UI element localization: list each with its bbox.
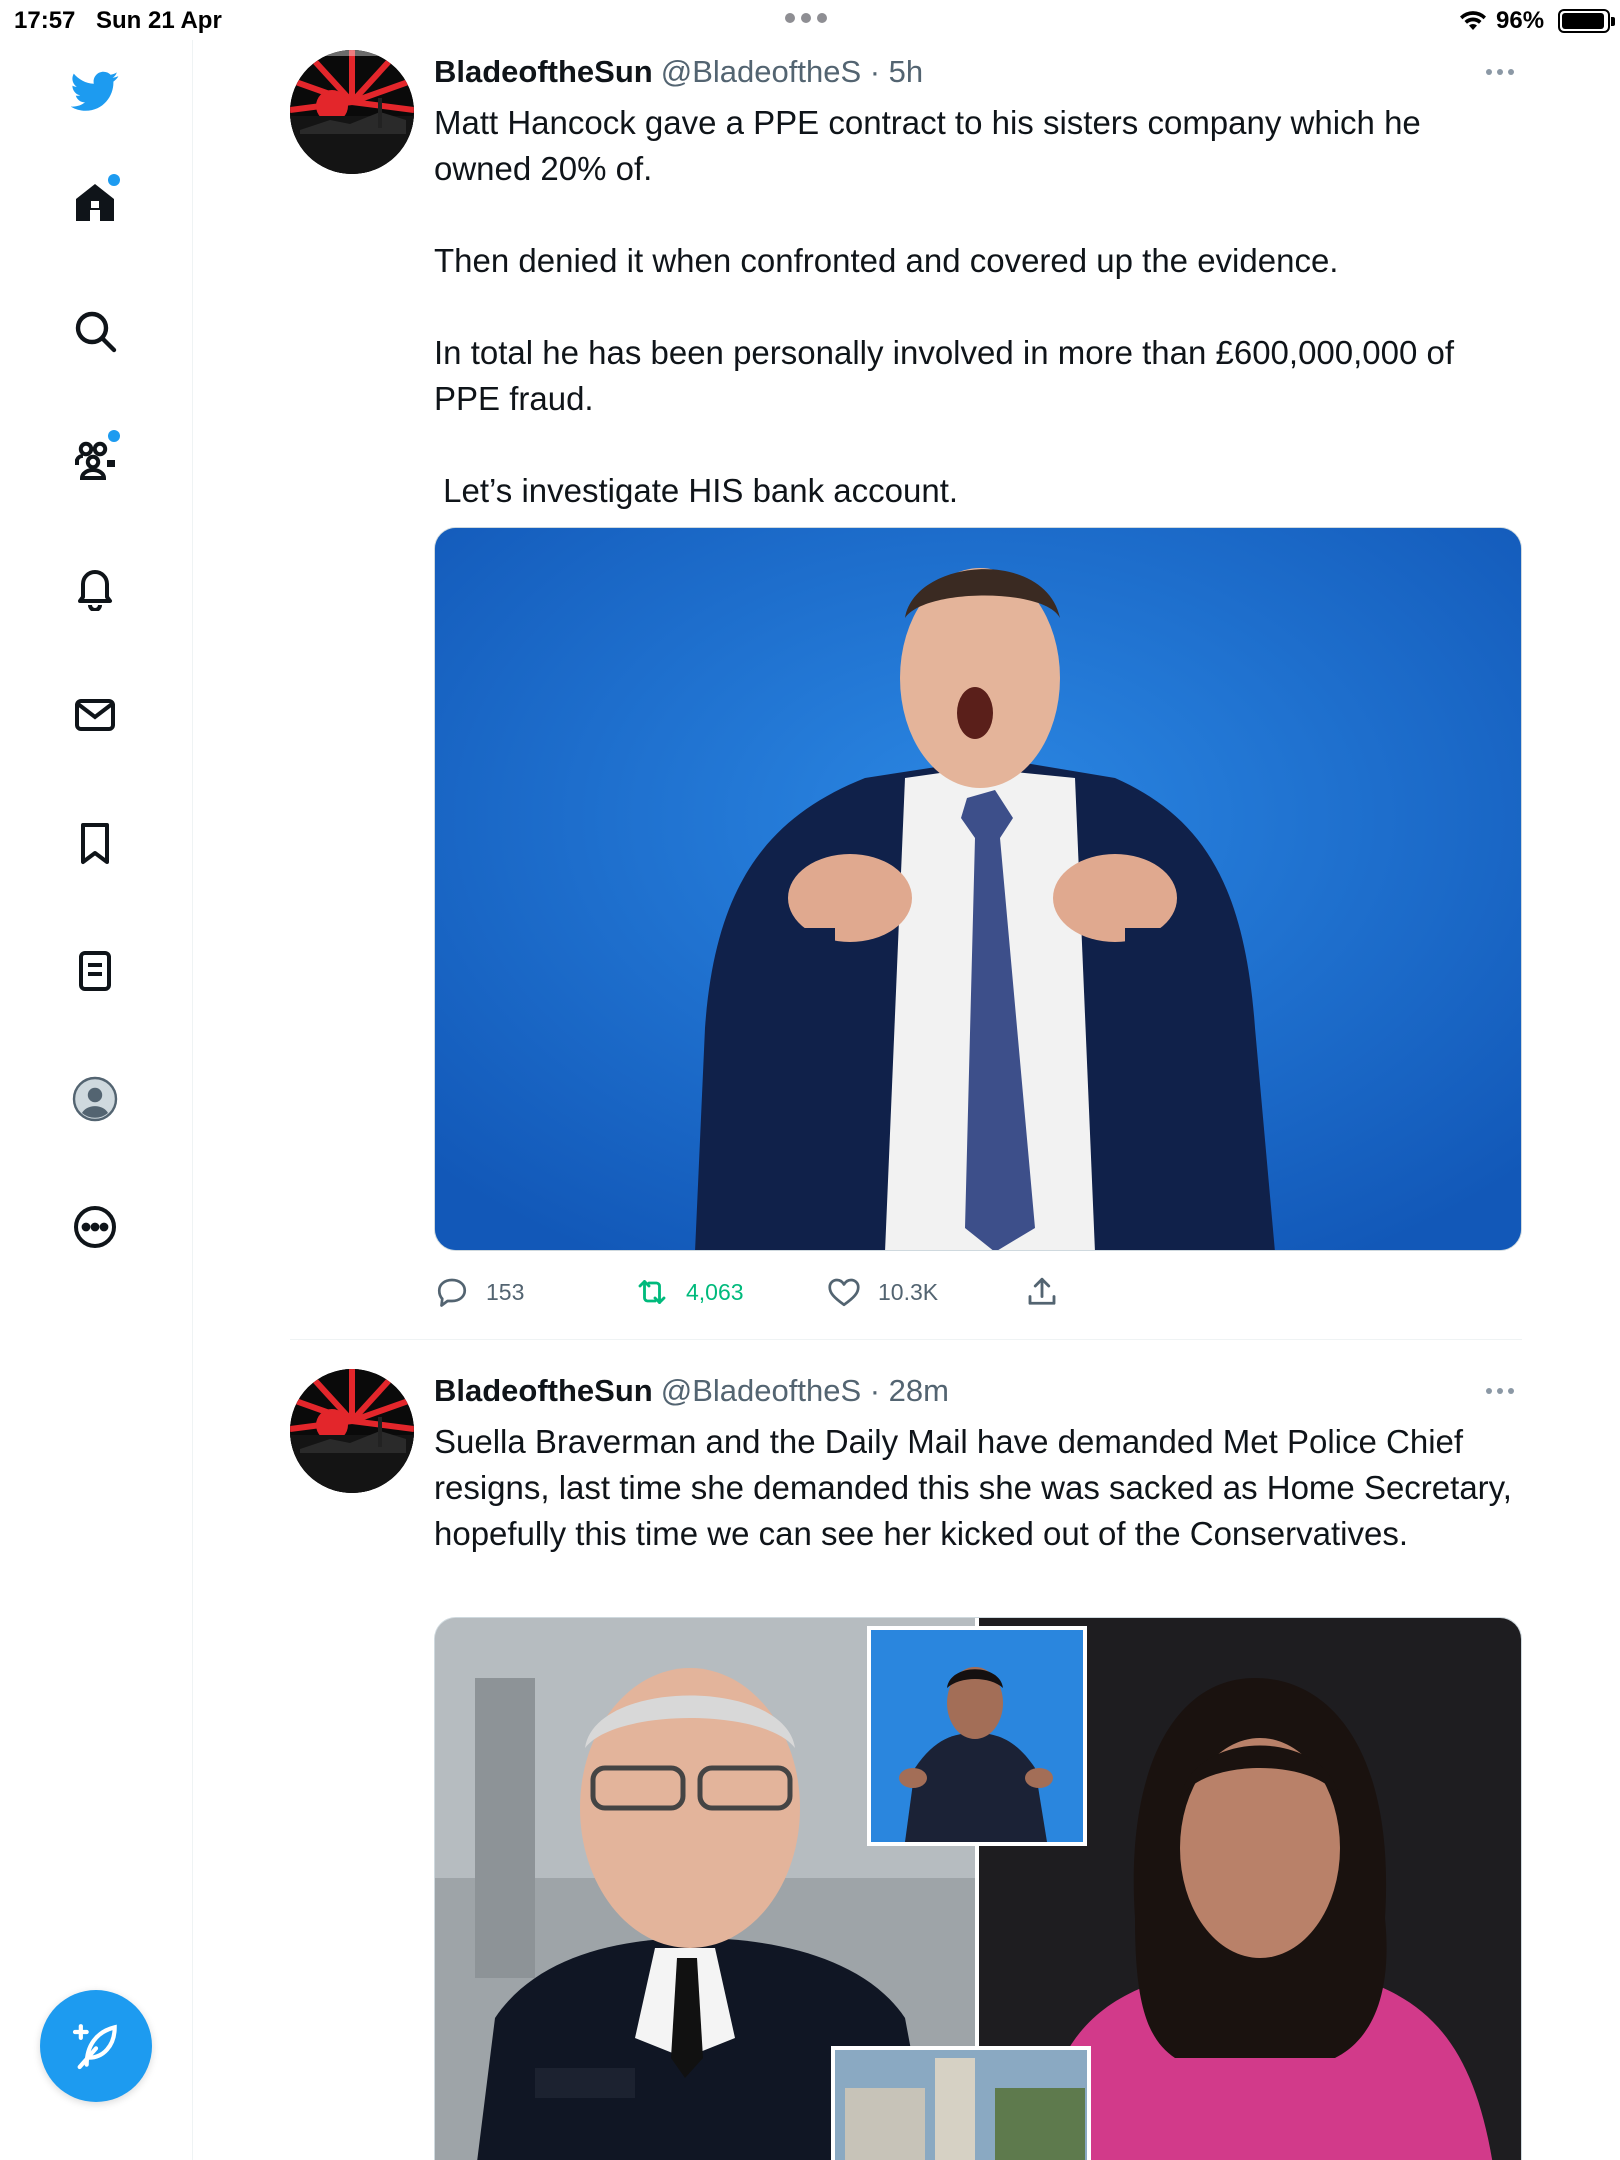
like-count: 10.3K — [878, 1278, 939, 1305]
tweet-text: Matt Hancock gave a PPE contract to his … — [434, 100, 1524, 514]
author-avatar[interactable] — [290, 50, 414, 174]
author-name[interactable]: BladeoftheSun — [434, 1373, 653, 1408]
status-bar: 17:57 Sun 21 Apr 96% — [0, 0, 1620, 40]
mail-icon[interactable] — [62, 682, 128, 748]
tweet-paragraph: Let’s investigate HIS bank account. — [434, 472, 959, 509]
multitasking-grabber[interactable] — [785, 13, 833, 25]
share-icon — [1028, 1277, 1056, 1305]
like-button[interactable]: 10.3K — [826, 1272, 938, 1312]
profile-avatar-icon[interactable] — [62, 1066, 128, 1132]
reply-count: 153 — [486, 1278, 525, 1305]
share-button[interactable] — [1024, 1272, 1060, 1312]
bookmark-icon[interactable] — [62, 810, 128, 876]
retweet-button[interactable]: 4,063 — [634, 1272, 744, 1312]
communities-notification-dot — [108, 430, 120, 442]
compose-feather-icon — [72, 2024, 117, 2070]
battery-icon — [1558, 9, 1615, 33]
author-avatar[interactable] — [290, 1369, 414, 1493]
status-date: Sun 21 Apr — [96, 7, 222, 34]
author-handle[interactable]: @BladeoftheS · 5h — [661, 54, 923, 89]
more-circle-icon[interactable] — [62, 1194, 128, 1260]
search-icon[interactable] — [62, 298, 128, 364]
reply-button[interactable]: 153 — [434, 1272, 524, 1312]
tweet-paragraph: In total he has been personally involved… — [434, 334, 1464, 417]
heart-icon — [828, 1278, 860, 1307]
tweet-paragraph: Then denied it when confronted and cover… — [434, 242, 1339, 279]
tweet-paragraph: Suella Braverman and the Daily Mail have… — [434, 1423, 1522, 1552]
list-icon[interactable] — [62, 938, 128, 1004]
retweet-icon — [638, 1280, 666, 1304]
reply-icon — [437, 1278, 467, 1307]
home-notification-dot — [108, 174, 120, 186]
home-icon[interactable] — [62, 170, 128, 236]
sidebar-nav — [0, 40, 193, 2160]
battery-percent: 96% — [1496, 7, 1545, 34]
communities-icon[interactable] — [62, 426, 128, 492]
twitter-bird-icon[interactable] — [62, 58, 128, 124]
bell-icon[interactable] — [62, 554, 128, 620]
tweet-actions: 153 4,063 10.3K — [434, 1272, 1134, 1312]
tweet-more-icon[interactable] — [1486, 64, 1520, 80]
author-handle[interactable]: @BladeoftheS · 28m — [661, 1373, 949, 1408]
tweet-header: BladeoftheSun @BladeoftheS · 28m — [434, 1373, 949, 1409]
tweet-paragraph: Matt Hancock gave a PPE contract to his … — [434, 104, 1430, 187]
author-name[interactable]: BladeoftheSun — [434, 54, 653, 89]
tweet-image[interactable] — [434, 1617, 1522, 2160]
status-time: 17:57 — [14, 7, 76, 34]
tweet-text: Suella Braverman and the Daily Mail have… — [434, 1419, 1524, 1557]
compose-tweet-button[interactable] — [40, 1990, 152, 2102]
retweet-count: 4,063 — [686, 1278, 744, 1305]
wifi-icon — [1460, 11, 1486, 30]
tweet-divider — [290, 1339, 1522, 1340]
tweet-image[interactable] — [434, 527, 1522, 1251]
tweet-more-icon[interactable] — [1486, 1383, 1520, 1399]
tweet-header: BladeoftheSun @BladeoftheS · 5h — [434, 54, 923, 90]
